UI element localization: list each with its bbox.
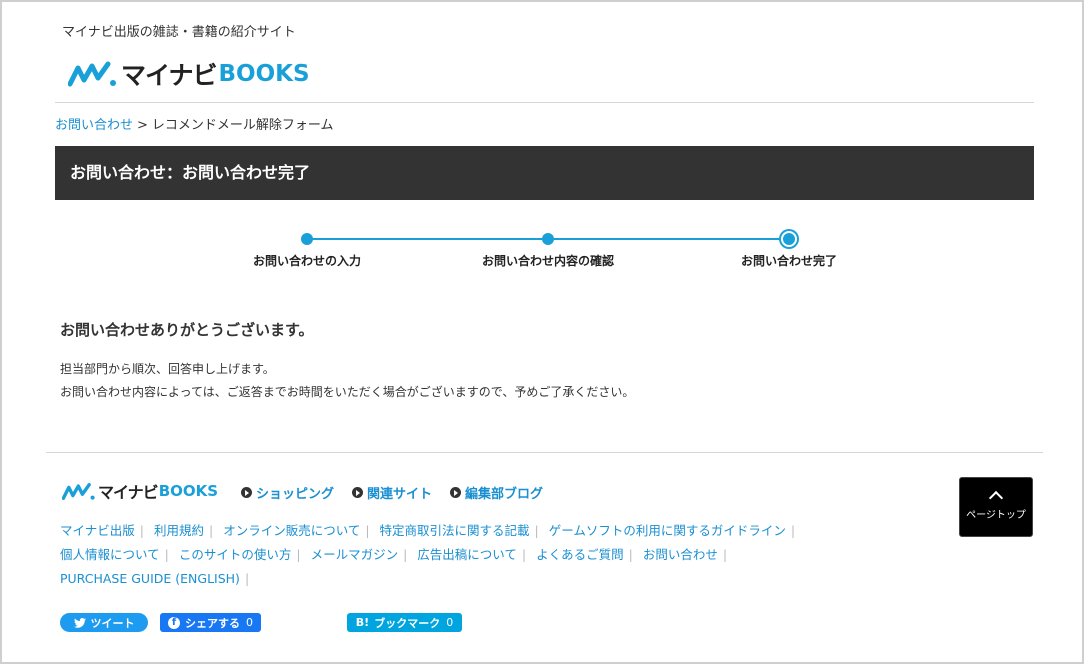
mynavi-logo-icon	[68, 61, 116, 87]
chevron-up-icon	[988, 490, 1004, 506]
facebook-share-button[interactable]: f シェアする 0	[160, 613, 261, 632]
footer-logo-text-jp: マイナビ	[98, 483, 159, 502]
progress-steps: お問い合わせの入力 お問い合わせ内容の確認 お問い合わせ完了	[2, 228, 1084, 278]
step-label: お問い合わせ完了	[740, 254, 837, 268]
footer-nav-editorial-blog[interactable]: 編集部ブログ	[450, 483, 543, 502]
mynavi-logo-icon	[62, 482, 95, 500]
footer-links: マイナビ出版 | 利用規約 | オンライン販売について | 特定商取引法に関する記載 |…	[60, 519, 840, 591]
footer-nav-shopping[interactable]: ショッピング	[241, 483, 334, 502]
footer-link[interactable]: よくあるご質問	[536, 547, 624, 562]
breadcrumb: お問い合わせ > レコメンドメール解除フォーム	[55, 114, 334, 133]
footer-logo[interactable]: マイナビ BOOKS	[62, 479, 218, 503]
twitter-bird-icon	[73, 617, 86, 628]
footer-link[interactable]: マイナビ出版	[60, 523, 135, 538]
step-dot-current	[781, 231, 797, 247]
footer-logo-text-en: BOOKS	[158, 482, 219, 500]
step-dot	[542, 233, 554, 245]
footer-link[interactable]: メールマガジン	[311, 547, 399, 562]
logo-text-en: BOOKS	[218, 61, 310, 87]
footer-link[interactable]: PURCHASE GUIDE (ENGLISH)	[60, 571, 240, 586]
breadcrumb-link-contact[interactable]: お問い合わせ	[55, 118, 133, 133]
footer-divider	[46, 452, 1043, 453]
step-dot	[301, 233, 313, 245]
completion-message: 担当部門から順次、回答申し上げます。 お問い合わせ内容によっては、ご返答までお時…	[60, 358, 634, 404]
logo-text-jp: マイナビ	[121, 61, 218, 90]
footer-nav-related-sites[interactable]: 関連サイト	[352, 483, 432, 502]
message-line: お問い合わせ内容によっては、ご返答までお時間をいただく場合がございますので、予め…	[60, 385, 635, 399]
step-label: お問い合わせ内容の確認	[481, 254, 614, 268]
site-logo[interactable]: マイナビ BOOKS	[68, 56, 310, 92]
footer-links-row: マイナビ出版 | 利用規約 | オンライン販売について | 特定商取引法に関する記載 |…	[60, 523, 796, 538]
footer-links-row: 個人情報について | このサイトの使い方 | メールマガジン | 広告出稿について | …	[60, 547, 728, 562]
share-count: 0	[246, 616, 253, 629]
message-line: 担当部門から順次、回答申し上げます。	[60, 362, 275, 376]
page-top-label: ページトップ	[966, 510, 1026, 521]
footer-link[interactable]: 特定商取引法に関する記載	[380, 523, 530, 538]
footer-links-row: PURCHASE GUIDE (ENGLISH) |	[60, 571, 250, 586]
arrow-circle-icon	[241, 487, 252, 498]
footer-nav: ショッピング 関連サイト 編集部ブログ	[241, 483, 543, 502]
footer-link[interactable]: このサイトの使い方	[179, 547, 292, 562]
breadcrumb-separator: >	[137, 118, 148, 133]
footer-link[interactable]: 個人情報について	[60, 547, 160, 562]
facebook-icon: f	[168, 616, 180, 629]
page-top-button[interactable]: ページトップ	[959, 477, 1033, 537]
footer-link[interactable]: お問い合わせ	[643, 547, 718, 562]
tweet-button[interactable]: ツイート	[60, 613, 148, 632]
arrow-circle-icon	[450, 487, 462, 498]
site-tagline: マイナビ出版の雑誌・書籍の紹介サイト	[62, 25, 296, 40]
footer-link[interactable]: 利用規約	[154, 523, 204, 538]
footer-link[interactable]: オンライン販売について	[223, 523, 360, 538]
arrow-circle-icon	[352, 487, 364, 498]
hatena-bookmark-icon: B!	[355, 616, 370, 629]
page-frame: マイナビ出版の雑誌・書籍の紹介サイト マイナビ BOOKS お問い合わせ > レコメ…	[0, 0, 1084, 664]
hatena-bookmark-button[interactable]: B! ブックマーク 0	[347, 613, 462, 632]
bookmark-count: 0	[446, 616, 454, 629]
footer-link[interactable]: ゲームソフトの利用に関するガイドライン	[549, 523, 786, 538]
page-title: お問い合わせ：お問い合わせ完了	[55, 146, 1034, 200]
thanks-heading: お問い合わせありがとうございます。	[60, 321, 314, 339]
breadcrumb-current: レコメンドメール解除フォーム	[151, 118, 334, 133]
step-label: お問い合わせの入力	[252, 254, 361, 268]
footer-link[interactable]: 広告出稿について	[417, 547, 517, 562]
header-divider	[55, 102, 1034, 103]
